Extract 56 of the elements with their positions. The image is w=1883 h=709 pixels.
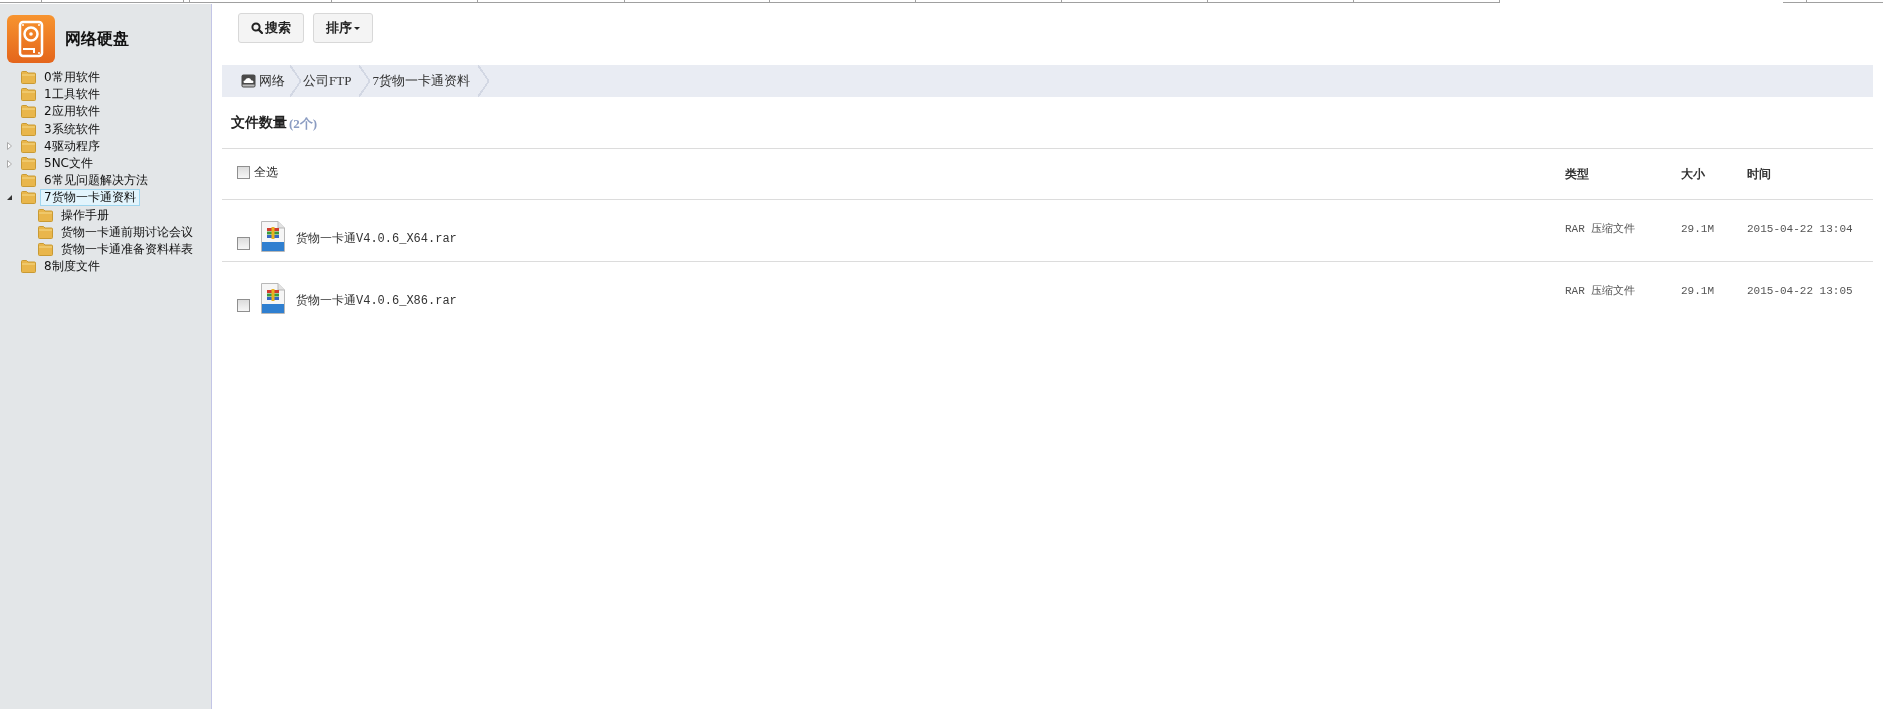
caret-down-icon[interactable] — [7, 195, 12, 201]
checkbox[interactable] — [237, 166, 250, 179]
tree-item[interactable]: 2应用软件 — [40, 103, 104, 121]
caret-right-icon[interactable] — [7, 159, 12, 168]
table-cell-text: 2015-04-22 13:04 — [1747, 222, 1854, 237]
table-cell-text: 29.1M — [1681, 222, 1715, 237]
folder-icon — [38, 208, 53, 222]
table-cell-text: RAR 压缩文件 — [1565, 284, 1637, 299]
caret-right-icon[interactable] — [7, 142, 12, 151]
tree-item[interactable]: 0常用软件 — [40, 69, 104, 87]
tree-item[interactable]: 3系统软件 — [40, 120, 104, 138]
tree-item[interactable]: 4驱动程序 — [40, 137, 104, 155]
tree-item[interactable]: 货物一卡通准备资料样表 — [57, 240, 197, 258]
tree-item[interactable]: 5NC文件 — [40, 155, 97, 173]
search-button[interactable]: 搜索 — [238, 13, 304, 43]
tree-item[interactable]: 1工具软件 — [40, 86, 104, 104]
folder-icon — [38, 242, 53, 256]
hard-drive-icon — [7, 15, 55, 63]
folder-icon — [21, 191, 36, 205]
checkbox[interactable] — [237, 299, 250, 312]
tree-item[interactable]: 货物一卡通前期讨论会议 — [57, 223, 197, 241]
file-name-link[interactable]: 货物一卡通V4.0.6_X86.rar — [296, 294, 457, 308]
tree-item[interactable]: 操作手册 — [57, 206, 113, 224]
folder-icon — [21, 122, 36, 136]
folder-icon — [21, 88, 36, 102]
folder-icon — [21, 157, 36, 171]
select-all-label: 全选 — [254, 166, 278, 179]
tree-item[interactable]: 7货物一卡通资料 — [40, 189, 140, 207]
breadcrumb-link[interactable]: 网络 — [241, 65, 301, 97]
search-icon — [251, 22, 263, 34]
archive-file-icon — [260, 283, 286, 314]
caret-icon — [354, 26, 360, 30]
checkbox[interactable] — [237, 237, 250, 250]
tree-item[interactable]: 8制度文件 — [40, 258, 104, 276]
column-header: 时间 — [1747, 166, 1772, 183]
table-cell-text: 2015-04-22 13:05 — [1747, 284, 1854, 299]
archive-file-icon — [260, 221, 286, 252]
file-count: (2个) — [289, 114, 318, 133]
breadcrumb-link[interactable]: 7货物一卡通资料 — [370, 65, 489, 97]
column-header: 类型 — [1565, 166, 1590, 183]
folder-icon — [21, 105, 36, 119]
folder-icon — [21, 71, 36, 85]
table-cell-text: 29.1M — [1681, 284, 1715, 299]
folder-icon — [21, 260, 36, 274]
column-header: 大小 — [1681, 166, 1706, 183]
breadcrumb-link[interactable]: 公司FTP — [301, 65, 371, 97]
folder-icon — [21, 174, 36, 188]
folder-icon — [38, 225, 53, 239]
folder-icon — [21, 139, 36, 153]
file-count-label: 文件数量 — [231, 113, 287, 132]
file-name-link[interactable]: 货物一卡通V4.0.6_X64.rar — [296, 232, 457, 246]
table-cell-text: RAR 压缩文件 — [1565, 222, 1637, 237]
app-title: 网络硬盘 — [65, 29, 129, 49]
sort-button[interactable]: 排序 — [313, 13, 373, 43]
tree-item[interactable]: 6常见问题解决方法 — [40, 172, 152, 190]
cloud-icon — [241, 74, 256, 88]
